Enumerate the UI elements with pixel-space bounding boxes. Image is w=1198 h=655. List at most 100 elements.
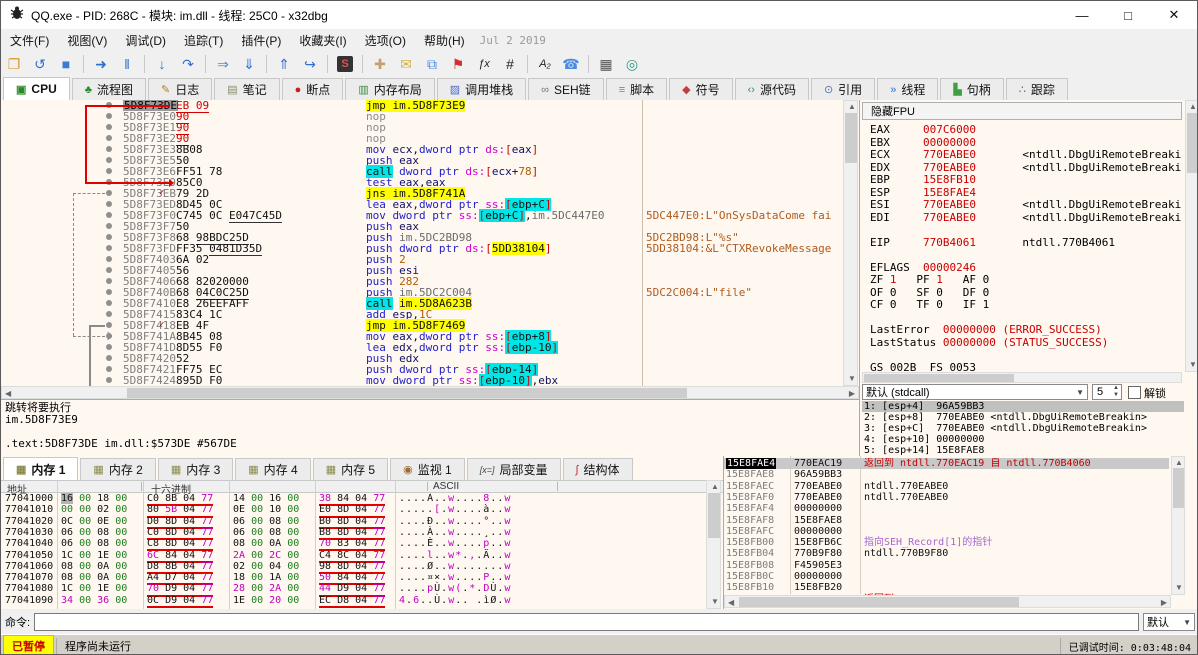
registers-pane[interactable]: 隐藏FPU EAX 007C6000EBX 00000000ECX 770EAB… [860, 100, 1198, 456]
tab-SEH链[interactable]: ∞SEH链 [528, 78, 604, 100]
breakpoint-dot-icon[interactable] [106, 245, 112, 251]
close-button[interactable]: ✕ [1151, 1, 1197, 29]
tab-日志[interactable]: ✎日志 [148, 78, 212, 100]
dump-row[interactable]: 7704103006 00 08 00C0 8D 04 7706 00 08 0… [1, 527, 705, 538]
menu-2[interactable]: 调试(D) [116, 29, 175, 52]
menu-6[interactable]: 选项(O) [356, 29, 415, 52]
scroll-down-arrow[interactable]: ▼ [711, 598, 719, 606]
execute-till-return-icon[interactable]: ⇓ [237, 53, 261, 75]
stack-row[interactable]: 15E8FB08F45905E3 [724, 560, 1169, 571]
breakpoint-dot-icon[interactable] [106, 168, 112, 174]
breakpoint-dot-icon[interactable] [106, 355, 112, 361]
breakpoint-dot-icon[interactable] [106, 300, 112, 306]
register-line[interactable]: EDI 770EABE0 <ntdll.DbgUiRemoteBreakin> [870, 212, 1182, 225]
tab-线程[interactable]: »线程 [877, 78, 938, 100]
breakpoint-dot-icon[interactable] [106, 344, 112, 350]
dump-tab-局部变量[interactable]: [x=]局部变量 [467, 458, 561, 480]
tab-符号[interactable]: ◆符号 [669, 78, 732, 100]
breakpoint-dot-icon[interactable] [106, 201, 112, 207]
stack-pane[interactable]: 15E8FAE4770EAC19返回到 ntdll.770EAC19 自 ntd… [723, 456, 1186, 609]
scroll-down-arrow[interactable]: ▼ [1175, 584, 1183, 592]
scylla-icon[interactable]: S [333, 53, 357, 75]
argument-row[interactable]: 2: [esp+8] 770EABE0 <ntdll.DbgUiRemoteBr… [862, 412, 1184, 423]
disassembly-rows[interactable]: 5D8F73DE✓EB 09jmp im.5D8F73E95D8F73E090n… [1, 100, 843, 386]
dump-row[interactable]: 770410801C 00 1E 0070 D9 04 7728 00 2A 0… [1, 583, 705, 594]
breakpoint-dot-icon[interactable] [106, 377, 112, 383]
tab-源代码[interactable]: ‹›源代码 [735, 78, 809, 100]
patches-icon[interactable]: ✚ [368, 53, 392, 75]
spinner-arrows-icon[interactable]: ▲▼ [1113, 385, 1121, 399]
step-into-icon[interactable]: ↓ [150, 53, 174, 75]
breakpoint-dot-icon[interactable] [106, 267, 112, 273]
disasm-hscrollbar[interactable]: ◀ ▶ [1, 386, 859, 399]
handles-device-icon[interactable]: ☎ [559, 53, 583, 75]
scroll-left-arrow[interactable]: ◀ [5, 390, 11, 398]
regs-hscrollbar[interactable] [862, 372, 1182, 383]
stack-row[interactable]: 15E8FAE896A59BB3 [724, 469, 1169, 480]
ordinals-icon[interactable]: # [498, 53, 522, 75]
disassembly-pane[interactable]: 5D8F73DE✓EB 09jmp im.5D8F73E95D8F73E090n… [1, 100, 860, 456]
arguments-list[interactable]: 1: [esp+4] 96A59BB32: [esp+8] 770EABE0 <… [862, 401, 1184, 456]
argument-row[interactable]: 3: [esp+C] 770EABE0 <ntdll.DbgUiRemoteBr… [862, 423, 1184, 434]
register-line[interactable]: GS 002B FS 0053 [870, 362, 1182, 373]
scroll-up-arrow[interactable]: ▲ [848, 103, 856, 111]
tab-调用堆栈[interactable]: ▨调用堆栈 [437, 78, 526, 100]
run-to-selection-icon[interactable]: ⇒ [211, 53, 235, 75]
menu-1[interactable]: 视图(V) [58, 29, 116, 52]
open-file-icon[interactable]: ❐ [2, 53, 26, 75]
command-type-combo[interactable]: 默认▼ [1143, 613, 1195, 631]
dump-tab-内存 4[interactable]: ▦内存 4 [235, 458, 310, 480]
scroll-right-arrow[interactable]: ▶ [849, 390, 855, 398]
stack-row[interactable]: 15E8FAFC00000000 [724, 526, 1169, 537]
menu-7[interactable]: 帮助(H) [415, 29, 474, 52]
scroll-down-arrow[interactable]: ▼ [1189, 361, 1197, 369]
functions-icon[interactable]: ƒx [472, 53, 496, 75]
scroll-up-arrow[interactable]: ▲ [711, 483, 719, 491]
regs-vscrollbar[interactable]: ▲ ▼ [1185, 100, 1198, 372]
stack-row[interactable]: 15E8FAF0770EABE0ntdll.770EABE0 [724, 492, 1169, 503]
stack-row[interactable]: 15E8FB0C00000000 [724, 571, 1169, 582]
minimize-button[interactable]: — [1059, 1, 1105, 29]
scroll-left-arrow[interactable]: ◀ [728, 599, 734, 607]
tab-笔记[interactable]: ▤笔记 [214, 78, 279, 100]
dump-row[interactable]: 7704107008 00 0A 00A4 D7 04 7718 00 1A 0… [1, 572, 705, 583]
scroll-up-arrow[interactable]: ▲ [1189, 103, 1197, 111]
tab-句柄[interactable]: ▙句柄 [940, 78, 1003, 100]
stack-row[interactable]: 15E8FB04770B9F80ntdll.770B9F80 [724, 548, 1169, 559]
dump-row[interactable]: 7704109034 00 36 000C D9 04 771E 00 20 0… [1, 595, 705, 606]
stack-vscrollbar[interactable]: ▲ ▼ [1171, 456, 1185, 595]
dump-row[interactable]: 7704106008 00 0A 00D8 8B 04 7702 00 04 0… [1, 561, 705, 572]
argument-row[interactable]: 1: [esp+4] 96A59BB3 [862, 401, 1184, 412]
register-line[interactable]: CF 0 TF 0 IF 1 [870, 299, 1182, 312]
dump-vscrollbar[interactable]: ▲ ▼ [706, 480, 721, 609]
breakpoint-dot-icon[interactable] [106, 322, 112, 328]
step-over-icon[interactable]: ↷ [176, 53, 200, 75]
dump-row[interactable]: 7704100016 00 18 00C0 8B 04 7714 00 16 0… [1, 493, 705, 504]
run-icon[interactable]: ➜ [89, 53, 113, 75]
tab-引用[interactable]: ⊙引用 [811, 78, 875, 100]
breakpoint-dot-icon[interactable] [106, 278, 112, 284]
run-to-user-code-icon[interactable]: ↪ [298, 53, 322, 75]
register-line[interactable]: LastStatus 00000000 (STATUS_SUCCESS) [870, 337, 1182, 350]
scroll-right-arrow[interactable]: ▶ [1161, 599, 1167, 607]
breakpoint-dot-icon[interactable] [106, 289, 112, 295]
breakpoint-dot-icon[interactable] [106, 113, 112, 119]
tab-跟踪[interactable]: ∴跟踪 [1006, 78, 1068, 100]
dump-tab-监视 1[interactable]: ◉监视 1 [390, 458, 465, 480]
tab-断点[interactable]: ●断点 [282, 78, 344, 100]
internet-icon[interactable]: ◎ [620, 53, 644, 75]
labels-icon[interactable]: ⧉ [420, 53, 444, 75]
breakpoint-dot-icon[interactable] [106, 190, 112, 196]
scroll-down-arrow[interactable]: ▼ [848, 375, 856, 383]
stack-row[interactable]: 15E8FB1015E8FB20 [724, 582, 1169, 593]
menu-0[interactable]: 文件(F) [1, 29, 58, 52]
dump-tab-结构体[interactable]: ∫结构体 [563, 458, 633, 480]
menu-4[interactable]: 插件(P) [232, 29, 290, 52]
stack-row[interactable]: 15E8FAF815E8FAE8 [724, 515, 1169, 526]
breakpoint-dot-icon[interactable] [106, 234, 112, 240]
breakpoint-dot-icon[interactable] [106, 157, 112, 163]
hex-dump[interactable]: 7704100016 00 18 00C0 8B 04 7714 00 16 0… [1, 493, 705, 609]
menu-3[interactable]: 追踪(T) [175, 29, 232, 52]
scroll-up-arrow[interactable]: ▲ [1175, 459, 1183, 467]
breakpoint-dot-icon[interactable] [106, 146, 112, 152]
